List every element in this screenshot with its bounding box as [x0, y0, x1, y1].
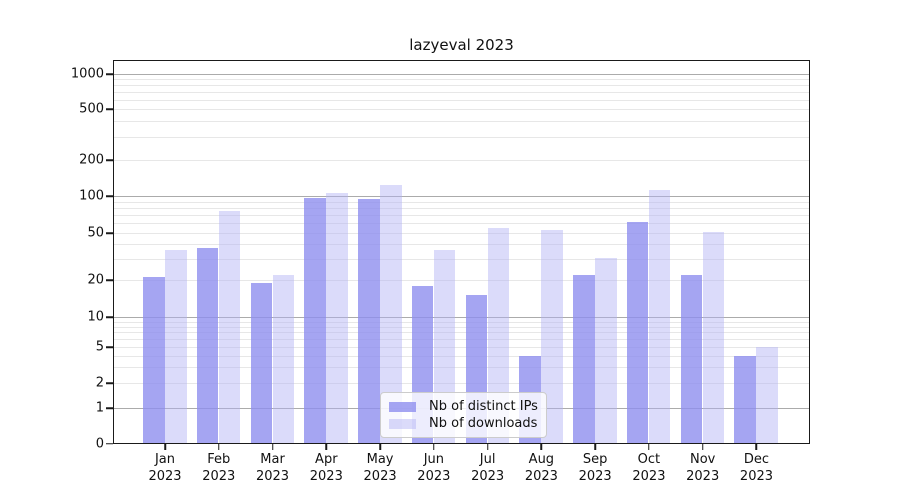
y-tick-mark: [106, 407, 113, 409]
x-tick-mark: [702, 444, 704, 450]
x-tick-mark: [594, 444, 596, 450]
gridline-minor: [114, 92, 809, 93]
y-tick-label: 5: [30, 340, 104, 355]
bar-downloads-jan: [165, 250, 187, 443]
x-tick-mark: [541, 444, 543, 450]
bar-downloads-feb: [219, 211, 241, 443]
x-tick-mark: [326, 444, 328, 450]
legend-label-distinct-ips: Nb of distinct IPs: [429, 399, 538, 414]
y-tick-label: 2: [30, 376, 104, 391]
gridline-minor: [114, 109, 809, 110]
y-tick-mark: [106, 159, 113, 161]
figure: lazyeval 2023 Nb of distinct IPs Nb of d…: [0, 0, 900, 500]
y-tick-label: 100: [30, 189, 104, 204]
y-tick-mark: [106, 346, 113, 348]
y-tick-label: 50: [30, 226, 104, 241]
x-tick-mark: [272, 444, 274, 450]
x-tick-mark: [756, 444, 758, 450]
plot-area: [113, 60, 810, 444]
bar-downloads-sep: [595, 258, 617, 443]
bar-distinct-ips-sep: [573, 275, 595, 443]
y-tick-mark: [106, 73, 113, 75]
gridline-minor: [114, 100, 809, 101]
legend-label-downloads: Nb of downloads: [429, 416, 537, 431]
bar-distinct-ips-mar: [251, 283, 273, 443]
y-tick-mark: [106, 279, 113, 281]
gridline-minor: [114, 79, 809, 80]
gridline-minor: [114, 137, 809, 138]
legend-swatch-downloads: [389, 419, 416, 429]
legend-swatch-distinct-ips: [389, 402, 416, 412]
bar-distinct-ips-oct: [627, 222, 649, 443]
x-tick-mark: [164, 444, 166, 450]
x-tick-label: Oct2023: [632, 451, 665, 485]
x-tick-label: Dec2023: [740, 451, 773, 485]
gridline-minor: [114, 208, 809, 209]
x-tick-mark: [218, 444, 220, 450]
y-tick-mark: [106, 443, 113, 445]
x-tick-label: Jul2023: [471, 451, 504, 485]
chart-title: lazyeval 2023: [113, 36, 810, 54]
gridline-major: [114, 74, 809, 75]
bar-distinct-ips-nov: [681, 275, 703, 443]
legend: Nb of distinct IPs Nb of downloads: [380, 392, 547, 438]
x-tick-label: Mar2023: [256, 451, 289, 485]
x-tick-label: Apr2023: [310, 451, 343, 485]
legend-item-downloads: Nb of downloads: [389, 415, 538, 432]
bar-distinct-ips-apr: [304, 198, 326, 443]
y-tick-label: 0: [30, 436, 104, 451]
y-tick-mark: [106, 195, 113, 197]
bar-downloads-apr: [326, 193, 348, 443]
y-tick-mark: [106, 316, 113, 318]
bar-distinct-ips-jan: [143, 277, 165, 443]
x-tick-mark: [433, 444, 435, 450]
y-tick-label: 500: [30, 102, 104, 117]
bar-downloads-mar: [273, 275, 295, 443]
bar-downloads-nov: [703, 232, 725, 443]
x-tick-mark: [648, 444, 650, 450]
y-tick-label: 1: [30, 401, 104, 416]
x-tick-label: May2023: [364, 451, 397, 485]
gridline-major: [114, 196, 809, 197]
bar-distinct-ips-feb: [197, 248, 219, 443]
gridline-minor: [114, 85, 809, 86]
y-tick-label: 200: [30, 153, 104, 168]
x-tick-label: Nov2023: [686, 451, 719, 485]
x-tick-label: Aug2023: [525, 451, 558, 485]
x-tick-mark: [487, 444, 489, 450]
y-tick-mark: [106, 382, 113, 384]
y-tick-label: 10: [30, 310, 104, 325]
y-tick-mark: [106, 108, 113, 110]
y-tick-label: 20: [30, 273, 104, 288]
bar-distinct-ips-dec: [734, 356, 756, 443]
x-tick-label: Sep2023: [579, 451, 612, 485]
x-tick-label: Jan2023: [148, 451, 181, 485]
legend-item-distinct-ips: Nb of distinct IPs: [389, 398, 538, 415]
x-tick-label: Feb2023: [202, 451, 235, 485]
bar-downloads-dec: [756, 347, 778, 443]
gridline-minor: [114, 160, 809, 161]
gridline-minor: [114, 121, 809, 122]
gridline-minor: [114, 202, 809, 203]
bar-downloads-oct: [649, 190, 671, 443]
x-tick-mark: [379, 444, 381, 450]
y-tick-mark: [106, 232, 113, 234]
bar-distinct-ips-may: [358, 199, 380, 443]
x-tick-label: Jun2023: [417, 451, 450, 485]
y-tick-label: 1000: [30, 67, 104, 82]
